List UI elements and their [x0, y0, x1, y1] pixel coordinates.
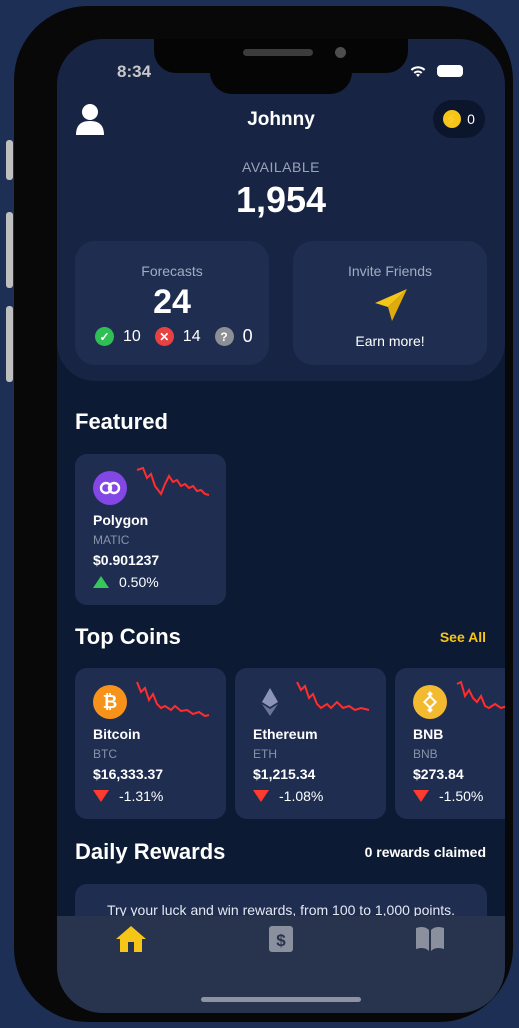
available-balance: 1,954	[235, 179, 327, 220]
top-coins-heading: Top Coins	[75, 624, 181, 649]
speaker-grille	[243, 49, 313, 56]
coin-symbol: BNB	[413, 747, 438, 761]
check-icon: ✓	[95, 327, 114, 346]
ethereum-logo-icon	[253, 685, 287, 719]
pending-count: 0	[242, 326, 253, 346]
polygon-logo-icon	[93, 471, 127, 505]
coin-card-bitcoin[interactable]: ₿ Bitcoin BTC $16,333.37 -1.31%	[75, 668, 226, 819]
paper-plane-icon	[375, 289, 407, 321]
coin-change: -1.50%	[413, 788, 483, 804]
invite-title: Invite Friends	[347, 263, 433, 279]
invite-friends-card[interactable]: Invite Friends Earn more!	[293, 241, 487, 365]
front-camera	[335, 47, 346, 58]
coin-price: $16,333.37	[93, 766, 164, 782]
home-icon[interactable]	[115, 924, 147, 954]
book-icon[interactable]	[414, 924, 446, 954]
coin-price: $1,215.34	[253, 766, 316, 782]
svg-text:$: $	[276, 931, 286, 950]
sparkline-chart	[456, 680, 505, 710]
coin-card-ethereum[interactable]: Ethereum ETH $1,215.34 -1.08%	[235, 668, 386, 819]
coin-change-value: 0.50%	[119, 574, 159, 590]
coin-name: Ethereum	[253, 726, 318, 742]
coin-price: $0.901237	[93, 552, 160, 568]
bitcoin-logo-icon: ₿	[93, 685, 127, 719]
featured-coin-card[interactable]: Polygon MATIC $0.901237 0.50%	[75, 454, 226, 605]
side-button-volume-down	[6, 306, 13, 382]
home-indicator	[201, 997, 361, 1002]
coin-change: 0.50%	[93, 574, 159, 590]
rewards-claimed-label: 0 rewards claimed	[364, 844, 486, 860]
sparkline-chart	[136, 466, 210, 497]
phone-frame: 8:34 Johnny ⚡ 0 AVAILABLE 1,954 Forecast…	[14, 6, 513, 1022]
bolt-coin-icon: ⚡	[443, 110, 462, 128]
coin-price: $273.84	[413, 766, 464, 782]
up-arrow-icon	[93, 576, 109, 588]
correct-count: 10	[123, 327, 141, 345]
down-arrow-icon	[93, 790, 109, 802]
see-all-link[interactable]: See All	[440, 629, 486, 645]
status-time: 8:34	[117, 62, 152, 81]
device-notch-lower	[210, 59, 352, 94]
down-arrow-icon	[413, 790, 429, 802]
coin-name: Polygon	[93, 512, 149, 528]
forecasts-title: Forecasts	[141, 263, 203, 279]
bottom-tab-bar: $	[57, 916, 505, 1013]
coin-change-value: -1.08%	[279, 788, 324, 804]
wrong-count: 14	[182, 327, 201, 345]
coin-symbol: BTC	[93, 747, 117, 761]
coin-symbol: ETH	[253, 747, 277, 761]
points-badge-value: 0	[467, 111, 475, 127]
question-icon: ?	[214, 327, 234, 346]
coin-symbol: MATIC	[93, 533, 130, 547]
forecasts-total: 24	[153, 283, 191, 321]
coin-change: -1.31%	[93, 788, 163, 804]
down-arrow-icon	[253, 790, 269, 802]
earn-more-label: Earn more!	[355, 333, 425, 349]
app-screen: 8:34 Johnny ⚡ 0 AVAILABLE 1,954 Forecast…	[57, 39, 505, 1013]
coin-card-bnb[interactable]: BNB BNB $273.84 -1.50%	[395, 668, 505, 819]
sparkline-chart	[136, 681, 210, 718]
cross-icon: ✕	[154, 327, 174, 346]
bnb-logo-icon	[413, 685, 447, 719]
points-badge[interactable]: ⚡ 0	[433, 100, 485, 138]
featured-heading: Featured	[75, 409, 168, 434]
coin-name: Bitcoin	[93, 726, 141, 742]
coin-change-value: -1.50%	[439, 788, 484, 804]
side-button-silent	[6, 140, 13, 180]
dollar-icon[interactable]: $	[265, 924, 297, 954]
coin-change: -1.08%	[253, 788, 323, 804]
wifi-icon	[410, 66, 426, 77]
forecasts-card[interactable]: Forecasts 24 ✓ 10 ✕ 14 ? 0	[75, 241, 269, 365]
coin-name: BNB	[413, 726, 444, 742]
available-label: AVAILABLE	[242, 159, 320, 175]
forecast-results: ✓ 10 ✕ 14 ? 0	[95, 326, 253, 347]
daily-rewards-heading: Daily Rewards	[75, 839, 226, 864]
coin-change-value: -1.31%	[119, 788, 164, 804]
side-button-volume-up	[6, 212, 13, 288]
battery-icon	[437, 65, 463, 77]
sparkline-chart	[296, 681, 370, 712]
